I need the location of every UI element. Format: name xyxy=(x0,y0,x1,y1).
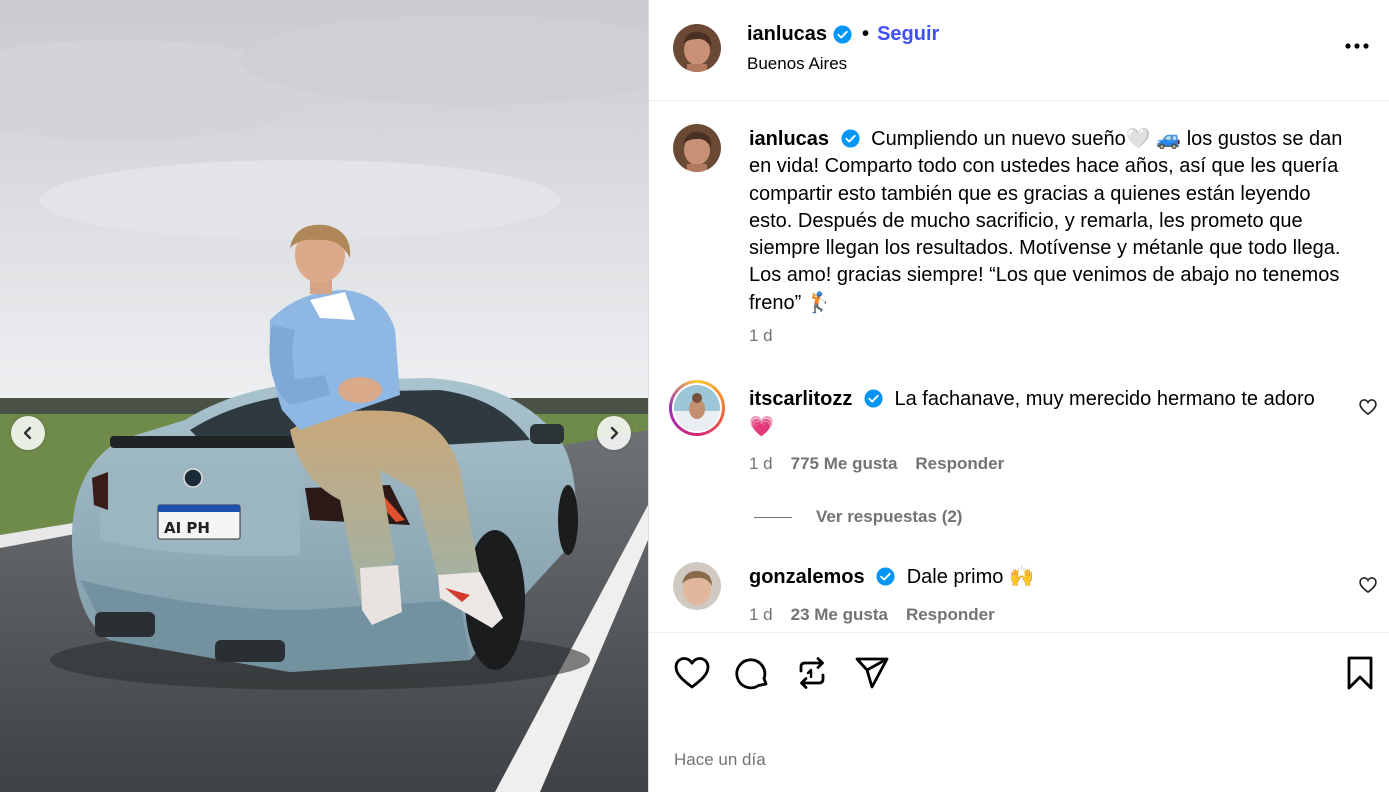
comment-item: gonzalemos Dale primo 🙌 xyxy=(749,563,1339,591)
post-actions-bar: Hace un día xyxy=(649,632,1389,792)
repost-icon[interactable] xyxy=(793,654,831,692)
author-avatar[interactable] xyxy=(673,24,721,72)
author-row: ianlucas • Seguir xyxy=(747,23,939,46)
comment-username[interactable]: itscarlitozz xyxy=(749,388,852,410)
commenter-avatar[interactable] xyxy=(673,562,721,610)
comment-text: Dale primo 🙌 xyxy=(906,566,1034,588)
comment-item: itscarlitozz La fachanave, muy merecido … xyxy=(749,385,1339,441)
view-replies-label: Ver respuestas (2) xyxy=(816,507,963,526)
post-time-ago[interactable]: Hace un día xyxy=(674,750,766,770)
comment-like-heart-icon[interactable] xyxy=(1358,575,1378,595)
comment-timestamp[interactable]: 1 d xyxy=(749,454,773,474)
commenter-avatar-story-ring[interactable] xyxy=(669,380,725,436)
previous-photo-button[interactable] xyxy=(11,416,45,450)
comment-timestamp[interactable]: 1 d xyxy=(749,605,773,625)
verified-badge-icon xyxy=(833,25,852,44)
post-caption: ianlucas Cumpliendo un nuevo sueño🤍 🚙 lo… xyxy=(749,126,1349,317)
caption-timestamp[interactable]: 1 d xyxy=(749,326,773,346)
comment-likes-count[interactable]: 23 Me gusta xyxy=(791,605,888,625)
post-header: ianlucas • Seguir Buenos Aires xyxy=(649,0,1389,101)
more-options-icon[interactable] xyxy=(1343,36,1371,56)
chevron-right-icon xyxy=(610,426,619,440)
bookmark-icon[interactable] xyxy=(1341,654,1379,692)
follow-button[interactable]: Seguir xyxy=(877,23,939,46)
separator-dot: • xyxy=(862,23,870,45)
post-location[interactable]: Buenos Aires xyxy=(747,54,847,74)
chevron-left-icon xyxy=(23,426,32,440)
author-username[interactable]: ianlucas xyxy=(747,23,827,46)
comment-meta: 1 d 775 Me gusta Responder xyxy=(749,454,1004,474)
license-plate-text: AI PH xyxy=(164,519,210,537)
comment-meta: 1 d 23 Me gusta Responder xyxy=(749,605,995,625)
heart-icon[interactable] xyxy=(673,654,711,692)
post-details-panel: ianlucas • Seguir Buenos Aires ianlucas … xyxy=(648,0,1389,792)
view-replies-button[interactable]: Ver respuestas (2) xyxy=(754,507,962,527)
verified-badge-icon xyxy=(841,129,860,148)
send-icon[interactable] xyxy=(853,654,891,692)
post-photo: AI PH xyxy=(0,0,648,792)
post-media[interactable]: AI PH xyxy=(0,0,648,792)
verified-badge-icon xyxy=(864,389,883,408)
comment-reply-button[interactable]: Responder xyxy=(906,605,995,625)
caption-username[interactable]: ianlucas xyxy=(749,128,829,150)
comment-reply-button[interactable]: Responder xyxy=(915,454,1004,474)
verified-badge-icon xyxy=(876,567,895,586)
comment-like-heart-icon[interactable] xyxy=(1358,397,1378,417)
caption-text: Cumpliendo un nuevo sueño🤍 🚙 los gustos … xyxy=(749,128,1343,314)
replies-divider-line xyxy=(754,516,792,518)
comment-username[interactable]: gonzalemos xyxy=(749,566,865,588)
next-photo-button[interactable] xyxy=(597,416,631,450)
comment-likes-count[interactable]: 775 Me gusta xyxy=(791,454,898,474)
caption-author-avatar[interactable] xyxy=(673,124,721,172)
comment-bubble-icon[interactable] xyxy=(733,654,771,692)
